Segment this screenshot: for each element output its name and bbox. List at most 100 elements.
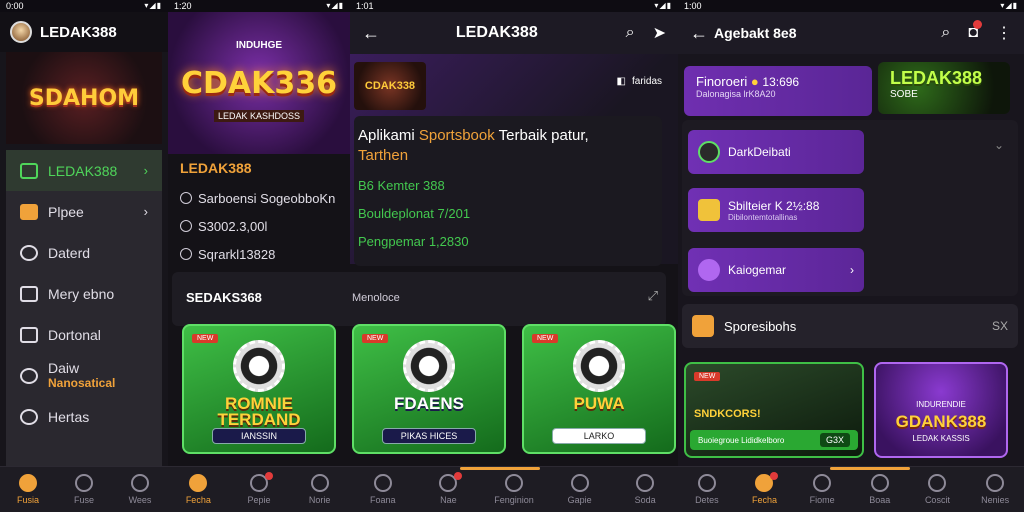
game-card[interactable]: NEW SNDKCORS! Buoiegroue Lididkelboro G3X	[684, 362, 864, 458]
nav-item-boaa[interactable]: Boaa	[856, 474, 904, 505]
banner-title: CDAK336	[180, 65, 337, 101]
back-arrow-icon[interactable]: ←	[362, 23, 386, 44]
sidebar-item-daiw[interactable]: Daiw Nanosatical	[6, 355, 162, 396]
nav-item-nenies[interactable]: Nenies	[971, 474, 1019, 505]
ad-banner[interactable]: LEDAK388 SOBE	[878, 62, 1010, 114]
back-arrow-icon[interactable]: ←	[690, 23, 714, 44]
search-icon[interactable]: ⌕	[626, 24, 635, 42]
nav-label: Nenies	[981, 495, 1010, 505]
nav-item-wees[interactable]: Wees	[116, 474, 164, 505]
app-title: LEDAK388	[40, 23, 117, 41]
nav-label: Foana	[370, 495, 396, 505]
game-card[interactable]: NEW ROMNIE TERDAND IANSSIN	[182, 324, 336, 454]
nav-item-fiome[interactable]: Fiome	[798, 474, 846, 505]
nav-item-fecha[interactable]: Fecha	[174, 474, 222, 505]
sidebar-item-ledak388[interactable]: LEDAK388 ›	[6, 150, 162, 191]
game-card[interactable]: NEW PUWA LARKO	[522, 324, 676, 454]
ad-subtitle: SOBE	[890, 89, 918, 100]
nav-label: Pepie	[247, 495, 271, 505]
sidebar-item-label: Dortonal	[48, 326, 101, 343]
badge-icon: ◧	[616, 76, 626, 87]
nav-label: Fecha	[185, 495, 211, 505]
nav-item-soda[interactable]: Soda	[621, 474, 669, 505]
nav-item-coscit[interactable]: Coscit	[913, 474, 961, 505]
refresh-icon	[20, 367, 38, 384]
promo-banner[interactable]: INDUHGE CDAK336 LEDAK KASHDOSS	[168, 12, 350, 154]
poker-chip-icon	[233, 340, 285, 392]
section-title: SEDAKS368	[186, 290, 262, 305]
nav-item-fuse[interactable]: Fuse	[60, 474, 108, 505]
banner-subtitle: INDUHGE	[235, 40, 283, 51]
sidebar-item-label: LEDAK388	[48, 162, 118, 179]
nav-item-home[interactable]: Fusia	[4, 474, 52, 505]
nav-item-fecha[interactable]: Fecha	[740, 472, 788, 505]
game-card[interactable]: INDURENDIE GDANK388 LEDAK KASSIS	[874, 362, 1008, 458]
sidebar-item-label: Mery ebno	[48, 285, 115, 302]
list-item-kaiogemar[interactable]: Kaiogemar ›	[688, 248, 864, 292]
play-button[interactable]: G3X	[819, 433, 850, 447]
list-item-sbilteier[interactable]: Sbilteier K 2½:88 Dibilontemtotallinas	[688, 188, 864, 232]
nav-label: Nae	[440, 495, 457, 505]
sidebar-item-label: Plpee	[48, 203, 84, 220]
expand-icon[interactable]: ⤢	[648, 288, 658, 304]
section-subtitle: Menoloce	[352, 292, 400, 304]
more-vert-icon[interactable]: ⋮	[996, 23, 1012, 43]
notification-icon[interactable]: ◘	[968, 20, 982, 42]
list-item-darkdeibati[interactable]: DarkDeibati	[688, 130, 864, 174]
nav-item-norie[interactable]: Norie	[296, 474, 344, 505]
status-bar: 1:00 ▾◢▮	[678, 0, 1024, 12]
nav-item-fenginion[interactable]: Fenginion	[490, 474, 538, 505]
user-icon	[986, 474, 1005, 492]
screen-detail: 1:01 ▾◢▮ ← LEDAK388 ⌕ ➤ CDAK338 ◧ faridas …	[172, 0, 678, 512]
sidebar-item-dortonal[interactable]: Dortonal	[6, 314, 162, 355]
game-button[interactable]: LARKO	[552, 428, 646, 444]
promo-title-text: Finoroeri	[696, 74, 748, 89]
chevron-right-icon: ›	[143, 163, 148, 178]
nav-item-foana[interactable]: Foana	[359, 474, 407, 505]
game-card-bar: Buoiegroue Lididkelboro G3X	[690, 430, 858, 450]
sidebar-item-mery[interactable]: Mery ebno	[6, 273, 162, 314]
notification-dot	[973, 20, 982, 29]
game-button[interactable]: IANSSIN	[212, 428, 306, 444]
share-icon[interactable]: ➤	[653, 23, 666, 43]
sportsbook-row[interactable]: Sporesibohs SX	[682, 304, 1018, 348]
nav-label: Boaa	[869, 495, 891, 505]
nav-label: Fiome	[809, 495, 835, 505]
game-card[interactable]: NEW FDAENS PIKAS HICES	[352, 324, 506, 454]
page-title: Agebakt 8e8	[714, 25, 797, 41]
new-tag: NEW	[362, 334, 389, 343]
nav-item-nae[interactable]: Nae	[424, 472, 472, 505]
logo-text: SDAHOM	[28, 85, 140, 111]
sidebar-item-hertas[interactable]: Hertas	[6, 396, 162, 437]
hero-row: Pengpemar 1,2830	[358, 234, 469, 249]
nav-item-gapie[interactable]: Gapie	[556, 474, 604, 505]
sidebar-item-daterd[interactable]: Daterd	[6, 232, 162, 273]
soccer-icon	[75, 474, 93, 492]
promo-title: Finoroeri ● 13:696	[696, 74, 860, 89]
nav-label: Detes	[695, 495, 719, 505]
hero-title-pre: Aplikami	[358, 127, 419, 144]
brand-logo: SDAHOM	[6, 52, 162, 144]
hero-logo: CDAK338	[354, 62, 426, 110]
games-section-header: SEDAKS368 Menoloce ⤢	[172, 272, 666, 326]
screen-dashboard: 1:00 ▾◢▮ ← Agebakt 8e8 ⌕ ◘ ⋮ Finoroeri ● …	[678, 0, 1024, 512]
sidebar-item-sub: Nanosatical	[48, 375, 116, 390]
hero-card: Aplikami Sportsbook Terbaik patur, Tarth…	[354, 116, 662, 266]
nav-item-pepie[interactable]: Pepie	[235, 472, 283, 505]
search-icon[interactable]: ⌕	[941, 24, 950, 42]
status-icons: ▾◢▮	[654, 1, 672, 10]
game-subtitle: INDURENDIE	[916, 400, 966, 409]
sidebar-item-plpee[interactable]: Plpee ›	[6, 191, 162, 232]
nav-label: Soda	[634, 495, 656, 505]
avatar[interactable]	[10, 21, 32, 43]
promo-card[interactable]: Finoroeri ● 13:696 Dalonagisa lrK8A20	[684, 66, 872, 116]
nav-item-detes[interactable]: Detes	[683, 474, 731, 505]
search-icon	[131, 474, 149, 492]
globe-icon	[180, 220, 192, 232]
hero-title: Aplikami Sportsbook Terbaik patur,	[358, 126, 658, 146]
badge-text: faridas	[631, 76, 662, 87]
game-title: PUWA	[573, 394, 625, 413]
game-tagline: LEDAK KASSIS	[912, 434, 970, 443]
chevron-down-icon[interactable]: ⌄	[994, 138, 1004, 152]
game-button[interactable]: PIKAS HICES	[382, 428, 476, 444]
